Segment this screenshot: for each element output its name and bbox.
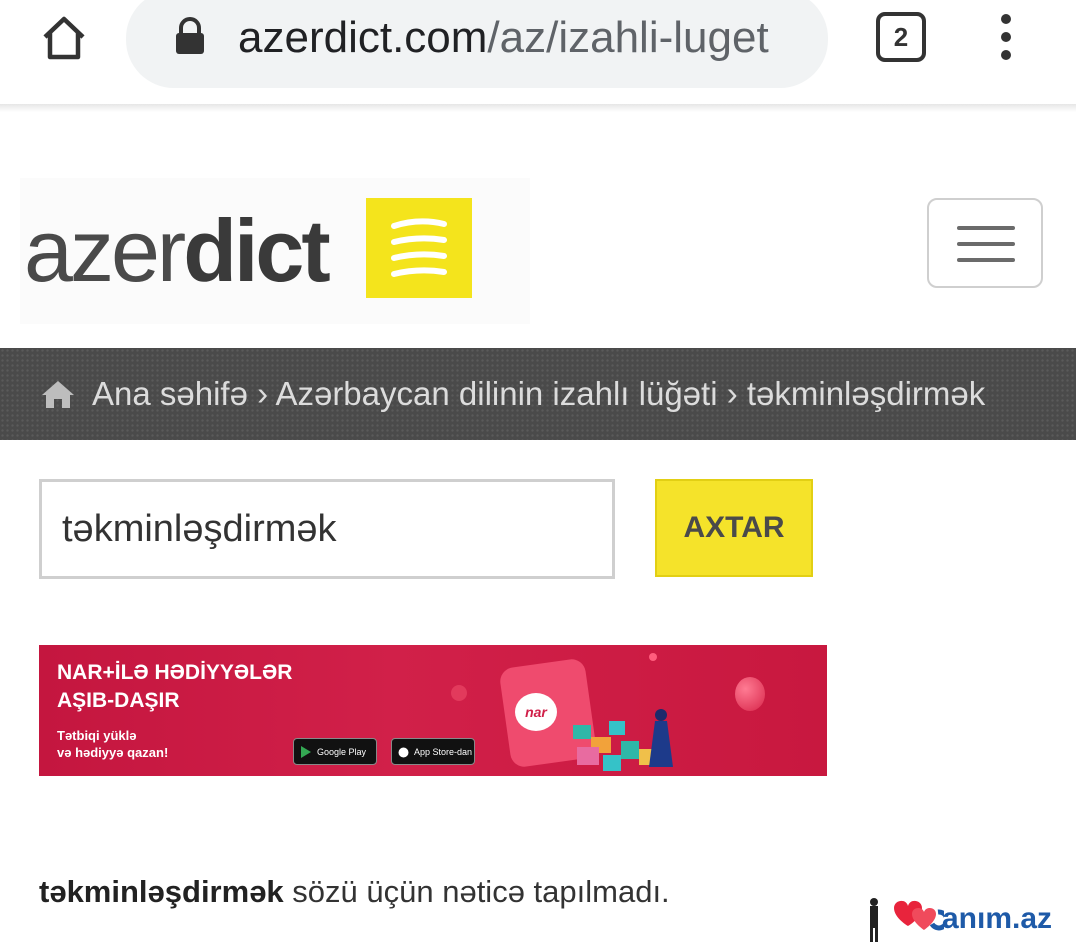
lock-icon: [176, 17, 204, 54]
apple-icon: [398, 747, 409, 758]
nav-menu-button[interactable]: [927, 198, 1043, 288]
logo-wordmark: azerdict: [24, 201, 331, 300]
tab-count: 2: [893, 21, 909, 52]
home-button[interactable]: [36, 10, 92, 66]
play-icon: [301, 745, 311, 758]
home-icon[interactable]: [40, 378, 76, 410]
app-store-badge[interactable]: App Store-dan: [391, 738, 475, 765]
ad-banner[interactable]: NAR+İLƏ HƏDİYYƏLƏR AŞIB-DAŞIR Tətbiqi yü…: [39, 645, 827, 776]
couple-hearts-icon: [870, 898, 944, 942]
search-input[interactable]: [39, 479, 615, 579]
result-word: təkminləşdirmək: [39, 874, 284, 909]
watermark: anım.az: [864, 894, 1064, 944]
gifts-illustration: [573, 709, 673, 771]
hamburger-icon-line: [957, 226, 1015, 230]
hamburger-icon-line: [957, 258, 1015, 262]
url-domain: azerdict.com: [238, 13, 488, 62]
tab-switcher-button[interactable]: 2: [876, 12, 926, 62]
result-message: təkminləşdirmək sözü üçün nəticə tapılma…: [39, 870, 670, 914]
hamburger-icon-line: [957, 242, 1015, 246]
logo-book-icon: [366, 198, 472, 298]
google-play-badge[interactable]: Google Play: [293, 738, 377, 765]
breadcrumb-text[interactable]: Ana səhifə › Azərbaycan dilinin izahlı l…: [92, 372, 985, 416]
url-text[interactable]: azerdict.com/az/izahli-luget: [238, 12, 804, 64]
home-icon: [43, 16, 85, 60]
more-options-icon[interactable]: [994, 12, 1018, 62]
banner-headline: AŞIB-DAŞIR: [57, 689, 180, 712]
banner-subtext: Tətbiqi yüklə: [57, 728, 137, 743]
banner-subtext: və hədiyyə qazan!: [57, 745, 169, 760]
breadcrumb: Ana səhifə › Azərbaycan dilinin izahlı l…: [0, 348, 1076, 440]
search-button[interactable]: AXTAR: [655, 479, 813, 577]
watermark-text: anım.az: [942, 902, 1053, 935]
result-text: sözü üçün nəticə tapılmadı.: [283, 874, 670, 909]
banner-headline: NAR+İLƏ HƏDİYYƏLƏR: [57, 661, 293, 684]
balloon-decoration: [649, 653, 657, 661]
balloon-decoration: [451, 685, 467, 701]
nar-logo: nar: [515, 693, 557, 731]
url-path: /az/izahli-luget: [487, 13, 769, 62]
site-logo[interactable]: azerdict: [20, 178, 530, 324]
toolbar-shadow: [0, 104, 1076, 112]
balloon-decoration: [735, 677, 765, 711]
browser-toolbar: azerdict.com/az/izahli-luget 2: [0, 0, 1076, 108]
